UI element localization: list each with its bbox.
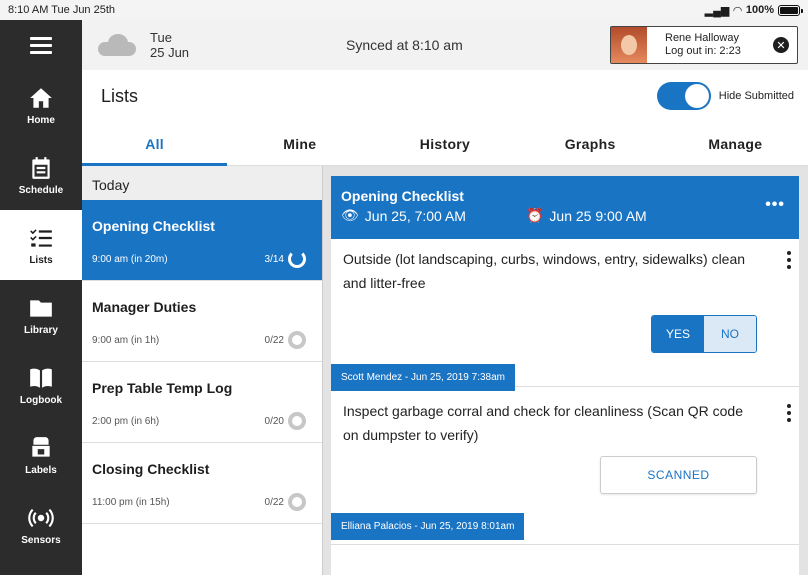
sidebar-item-schedule[interactable]: Schedule bbox=[0, 140, 82, 210]
eye-icon: 👁 bbox=[341, 207, 359, 223]
weather-date: Tue 25 Jun bbox=[150, 30, 189, 60]
list-item-name: Closing Checklist bbox=[92, 461, 210, 477]
hide-submitted-label: Hide Submitted bbox=[718, 90, 794, 102]
alarm-clock-icon: ⏰ bbox=[525, 207, 544, 223]
page-title: Lists bbox=[101, 85, 139, 106]
sidebar-item-library[interactable]: Library bbox=[0, 280, 82, 350]
tab-all[interactable]: All bbox=[82, 122, 228, 166]
menu-button[interactable] bbox=[0, 20, 82, 70]
battery-icon bbox=[778, 4, 803, 16]
status-bar: 8:10 AM Tue Jun 25th ▂▄▆ ◠ 100% bbox=[0, 0, 808, 20]
weather-day: Tue bbox=[150, 30, 172, 45]
user-name: Rene Halloway bbox=[665, 32, 739, 44]
weather-date-text: 25 Jun bbox=[150, 45, 190, 60]
list-item-count: 3/14 bbox=[264, 253, 284, 265]
tab-mine[interactable]: Mine bbox=[227, 122, 372, 165]
top-bar: Tue 25 Jun Synced at 8:10 am Rene Hallow… bbox=[82, 20, 808, 70]
list-item-time: 9:00 am (in 1h) bbox=[92, 334, 160, 346]
detail-header: Opening Checklist 👁 Jun 25, 7:00 AM ⏰ Jun … bbox=[331, 176, 799, 239]
task-item: Outside (lot landscaping, curbs, windows… bbox=[331, 239, 799, 391]
logout-timer: Log out in: 2:23 bbox=[665, 45, 741, 57]
user-session[interactable]: Rene Halloway Log out in: 2:23 ✕ bbox=[610, 26, 798, 64]
weather-widget: Tue 25 Jun bbox=[98, 30, 189, 60]
status-icons: ▂▄▆ ◠ 100% bbox=[704, 4, 803, 17]
list-item-time: 11:00 pm (in 15h) bbox=[92, 496, 170, 508]
list-item-count: 0/22 bbox=[264, 334, 284, 346]
sidebar-item-label: Logbook bbox=[19, 394, 63, 406]
progress-ring-icon bbox=[288, 493, 306, 511]
kebab-menu-icon[interactable] bbox=[787, 404, 791, 422]
list-item[interactable]: Opening Checklist 9:00 am (in 20m) 3/14 bbox=[82, 200, 322, 281]
sidebar-item-label: Sensors bbox=[21, 534, 61, 546]
avatar bbox=[611, 27, 647, 63]
list-item[interactable]: Prep Table Temp Log 2:00 pm (in 6h) 0/20 bbox=[82, 362, 322, 443]
home-icon bbox=[30, 87, 52, 108]
checklist-icon bbox=[30, 228, 52, 247]
hide-submitted-toggle[interactable] bbox=[656, 82, 711, 110]
sidebar-item-logbook[interactable]: Logbook bbox=[0, 350, 82, 420]
task-signature: Elliana Palacios - Jun 25, 2019 8:01am bbox=[331, 513, 525, 540]
progress-ring-icon bbox=[288, 412, 306, 430]
detail-title: Opening Checklist bbox=[341, 188, 464, 204]
broadcast-icon bbox=[28, 508, 54, 527]
task-text: Outside (lot landscaping, curbs, windows… bbox=[343, 251, 746, 291]
list-item[interactable]: Manager Duties 9:00 am (in 1h) 0/22 bbox=[82, 281, 322, 362]
detail-start: Jun 25, 7:00 AM bbox=[364, 207, 466, 224]
sidebar-item-labels[interactable]: Labels bbox=[0, 420, 82, 490]
user-info: Rene Halloway Log out in: 2:23 bbox=[665, 32, 741, 58]
list-item-name: Opening Checklist bbox=[92, 218, 215, 234]
sync-status: Synced at 8:10 am bbox=[346, 37, 463, 53]
book-icon bbox=[30, 368, 52, 388]
kebab-menu-icon[interactable] bbox=[787, 251, 791, 269]
cloud-icon bbox=[98, 34, 136, 56]
checklist-list: Today Opening Checklist 9:00 am (in 20m)… bbox=[82, 166, 323, 575]
list-item[interactable]: Closing Checklist 11:00 pm (in 15h) 0/22 bbox=[82, 443, 322, 524]
detail-due: Jun 25 9:00 AM bbox=[549, 207, 647, 224]
tab-graphs[interactable]: Graphs bbox=[518, 122, 663, 165]
progress-ring-icon bbox=[288, 331, 306, 349]
no-button[interactable]: NO bbox=[704, 316, 756, 352]
sidebar: Home Schedule Lists Library Logbook Labe… bbox=[0, 20, 82, 575]
sidebar-item-label: Labels bbox=[25, 464, 57, 476]
signal-icon: ▂▄▆ bbox=[704, 4, 730, 17]
hamburger-icon bbox=[30, 33, 52, 58]
sidebar-item-home[interactable]: Home bbox=[0, 70, 82, 140]
tab-manage[interactable]: Manage bbox=[663, 122, 808, 165]
sidebar-item-label: Library bbox=[24, 324, 58, 336]
list-item-count: 0/20 bbox=[264, 415, 284, 427]
list-item-time: 2:00 pm (in 6h) bbox=[92, 415, 160, 427]
sidebar-item-label: Home bbox=[27, 114, 55, 126]
more-options-icon[interactable]: ••• bbox=[765, 196, 785, 214]
hide-submitted-control: Hide Submitted bbox=[656, 82, 794, 110]
list-item-count: 0/22 bbox=[264, 496, 284, 508]
list-section-header: Today bbox=[82, 166, 322, 200]
sidebar-item-label: Lists bbox=[29, 254, 53, 266]
title-row: Lists Hide Submitted bbox=[82, 70, 808, 122]
list-item-name: Prep Table Temp Log bbox=[92, 380, 233, 396]
task-item: Inspect garbage corral and check for cle… bbox=[331, 387, 799, 545]
printer-icon bbox=[32, 436, 50, 457]
tab-bar: All Mine History Graphs Manage bbox=[82, 122, 808, 166]
folder-icon bbox=[30, 299, 52, 317]
yes-button[interactable]: YES bbox=[652, 316, 704, 352]
sidebar-item-sensors[interactable]: Sensors bbox=[0, 490, 82, 560]
checklist-detail: Opening Checklist 👁 Jun 25, 7:00 AM ⏰ Jun … bbox=[331, 176, 799, 575]
list-item-time: 9:00 am (in 20m) bbox=[92, 253, 168, 265]
list-item-name: Manager Duties bbox=[92, 299, 197, 315]
scanned-button[interactable]: SCANNED bbox=[600, 456, 757, 494]
task-text: Inspect garbage corral and check for cle… bbox=[343, 403, 743, 443]
wifi-icon: ◠ bbox=[733, 4, 742, 17]
battery-percent: 100% bbox=[745, 4, 774, 16]
close-icon[interactable]: ✕ bbox=[773, 37, 789, 53]
status-time: 8:10 AM Tue Jun 25th bbox=[8, 4, 116, 16]
tab-history[interactable]: History bbox=[372, 122, 517, 165]
progress-ring-icon bbox=[288, 250, 306, 268]
sidebar-item-lists[interactable]: Lists bbox=[0, 210, 82, 280]
sidebar-item-label: Schedule bbox=[18, 184, 64, 196]
yes-no-toggle: YES NO bbox=[651, 315, 757, 353]
calendar-icon bbox=[32, 156, 50, 179]
